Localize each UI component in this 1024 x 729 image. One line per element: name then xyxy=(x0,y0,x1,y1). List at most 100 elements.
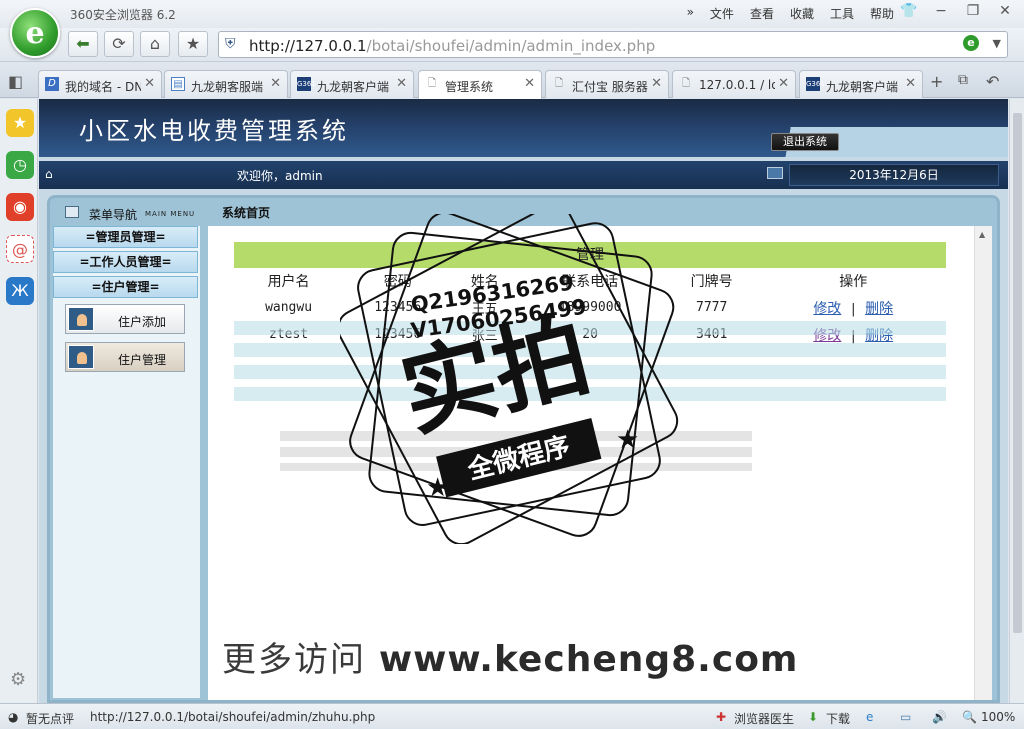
tab-close-icon[interactable]: ✕ xyxy=(396,76,407,91)
address-url[interactable]: http://127.0.0.1/botai/shoufei/admin/adm… xyxy=(249,37,655,55)
tab-close-icon[interactable]: ✕ xyxy=(270,76,281,91)
skin-icon[interactable]: 👕 xyxy=(898,3,920,19)
menu-header: 菜单导航 MAIN MENU xyxy=(53,200,200,226)
menu-item-add-resident[interactable]: 住户添加 xyxy=(65,304,185,334)
tab-payment[interactable]: 🗋 汇付宝 服务器 ✕ xyxy=(545,70,669,98)
delete-link[interactable]: 删除 xyxy=(865,301,893,317)
tab-close-icon[interactable]: ✕ xyxy=(651,76,662,91)
home-button[interactable]: ⌂ xyxy=(140,31,170,57)
breadcrumb: 系统首页 xyxy=(222,206,271,220)
menu-item-label: 住户管理 xyxy=(118,353,167,367)
close-window-button[interactable]: ✕ xyxy=(994,3,1016,19)
weibo-icon[interactable]: ◉ xyxy=(6,193,34,221)
page-icon: ▤ xyxy=(171,77,185,91)
browser-scrollbar[interactable] xyxy=(1009,99,1024,703)
menu-help[interactable]: 帮助 xyxy=(870,5,894,22)
watermark-promo: 更多访问 www.kecheng8.com xyxy=(222,639,799,680)
logout-button[interactable]: 退出系统 xyxy=(771,133,839,151)
tab-localhost[interactable]: 🗋 127.0.0.1 / lo ✕ xyxy=(672,70,796,98)
status-comment[interactable]: 暂无点评 xyxy=(26,710,74,727)
new-tab-icon[interactable]: + xyxy=(930,72,943,91)
sidebar-toggle-icon[interactable]: ◧ xyxy=(8,72,23,91)
menu-expand-icon[interactable]: » xyxy=(687,5,694,22)
menu-heading: 菜单导航 xyxy=(89,208,138,222)
tab-label: 汇付宝 服务器 xyxy=(572,80,648,94)
address-bar[interactable]: ⛨ http://127.0.0.1/botai/shoufei/admin/a… xyxy=(218,31,1008,58)
menu-group-admin[interactable]: =管理员管理= xyxy=(53,226,198,248)
g361-icon: G361 xyxy=(297,77,316,91)
browser-title-bar: 360安全浏览器 6.2 » 文件 查看 收藏 工具 帮助 👕 − ❐ ✕ xyxy=(0,0,1024,28)
doc-icon: 🗋 xyxy=(554,78,564,89)
menu-file[interactable]: 文件 xyxy=(710,5,734,22)
history-clock-icon[interactable]: ◷ xyxy=(6,151,34,179)
back-button[interactable]: ⬅ xyxy=(68,31,98,57)
action-separator: | xyxy=(849,301,858,317)
doctor-icon[interactable]: ✚ xyxy=(716,710,726,724)
tab-client[interactable]: G361 九龙朝客户端 ✕ xyxy=(290,70,414,98)
browser-logo-icon[interactable]: e xyxy=(10,8,60,58)
volume-icon[interactable]: 🔊 xyxy=(932,710,947,724)
settings-gear-icon[interactable]: ⚙ xyxy=(10,669,26,690)
ie-icon[interactable]: e xyxy=(866,710,873,724)
scrollbar-thumb[interactable] xyxy=(1013,113,1022,633)
menu-view[interactable]: 查看 xyxy=(750,5,774,22)
tab-label: 九龙朝客户端 xyxy=(317,80,390,94)
tab-label: 九龙朝客户端 xyxy=(826,80,899,94)
zoom-icon[interactable]: 🔍 xyxy=(962,710,977,724)
site-title: 小区水电收费管理系统 xyxy=(79,117,349,145)
status-doctor[interactable]: 浏览器医生 xyxy=(734,710,794,727)
menu-favorites[interactable]: 收藏 xyxy=(790,5,814,22)
tab-client-2[interactable]: G361 九龙朝客户端 ✕ xyxy=(799,70,923,98)
favorite-star-button[interactable]: ★ xyxy=(178,31,208,57)
menu-group-resident[interactable]: =住户管理= xyxy=(53,276,198,298)
browser-menu: » 文件 查看 收藏 工具 帮助 xyxy=(687,5,894,22)
tab-close-icon[interactable]: ✕ xyxy=(144,76,155,91)
status-zoom[interactable]: 100% xyxy=(981,710,1015,724)
status-download[interactable]: 下载 xyxy=(826,710,850,727)
edit-link[interactable]: 修改 xyxy=(813,301,841,317)
banner-decoration xyxy=(728,127,1008,157)
comment-icon[interactable]: ◕ xyxy=(8,710,18,724)
refresh-button[interactable]: ⟳ xyxy=(104,31,134,57)
tab-domain[interactable]: D 我的域名 - DN ✕ xyxy=(38,70,162,98)
tab-close-icon[interactable]: ✕ xyxy=(524,76,535,91)
watermark-stamp: Q2196316269 V17060256499 实拍 全微程序 ★ ★ xyxy=(340,214,680,544)
tab-label: 我的域名 - DN xyxy=(65,80,141,94)
tab-close-icon[interactable]: ✕ xyxy=(778,76,789,91)
security-shield-icon[interactable]: ⛨ xyxy=(225,36,236,52)
menu-item-label: 住户添加 xyxy=(118,315,167,329)
browser-sidebar: ★ ◷ ◉ @ Ж ⚙ xyxy=(0,99,38,703)
site-banner: 小区水电收费管理系统 xyxy=(39,99,1008,157)
left-menu: =管理员管理= =工作人员管理= =住户管理= 住户添加 住户管理 xyxy=(53,226,200,698)
favorites-star-icon[interactable]: ★ xyxy=(6,109,34,137)
welcome-bar: ⌂ 欢迎你，admin 2013年12月6日 xyxy=(39,161,1008,189)
menu-icon xyxy=(65,206,79,218)
minimize-button[interactable]: − xyxy=(930,3,952,19)
tab-label: 管理系统 xyxy=(445,80,494,94)
user-avatar-icon xyxy=(68,307,94,331)
d-icon: D xyxy=(45,77,59,91)
reopen-tab-icon[interactable]: ↶ xyxy=(986,72,999,91)
tab-service[interactable]: ▤ 九龙朝客服端 ✕ xyxy=(164,70,288,98)
col-actions: 操作 xyxy=(839,274,868,290)
tab-close-icon[interactable]: ✕ xyxy=(905,76,916,91)
welcome-text: 欢迎你，admin xyxy=(237,169,323,183)
user-avatar-icon xyxy=(68,345,94,369)
restore-button[interactable]: ❐ xyxy=(962,3,984,19)
tab-admin-system[interactable]: 🗋 管理系统 ✕ xyxy=(418,70,542,99)
menu-tools[interactable]: 工具 xyxy=(830,5,854,22)
content-scrollbar[interactable]: ▲ xyxy=(974,226,992,700)
tab-list-icon[interactable]: ⧉ xyxy=(958,72,968,88)
col-username: 用户名 xyxy=(267,274,310,290)
download-icon[interactable]: ⬇ xyxy=(808,710,818,724)
monitor-icon xyxy=(767,167,783,179)
address-dropdown-icon[interactable]: ▼ xyxy=(993,37,1001,50)
menu-heading-en: MAIN MENU xyxy=(145,210,196,218)
menu-item-manage-resident[interactable]: 住户管理 xyxy=(65,342,185,372)
mail-icon[interactable]: @ xyxy=(6,235,34,263)
menu-group-staff[interactable]: =工作人员管理= xyxy=(53,251,198,273)
window-icon[interactable]: ▭ xyxy=(900,710,911,724)
app-icon[interactable]: Ж xyxy=(6,277,34,305)
home-icon[interactable]: ⌂ xyxy=(45,167,53,181)
engine-mode-icon[interactable]: e xyxy=(963,35,979,51)
